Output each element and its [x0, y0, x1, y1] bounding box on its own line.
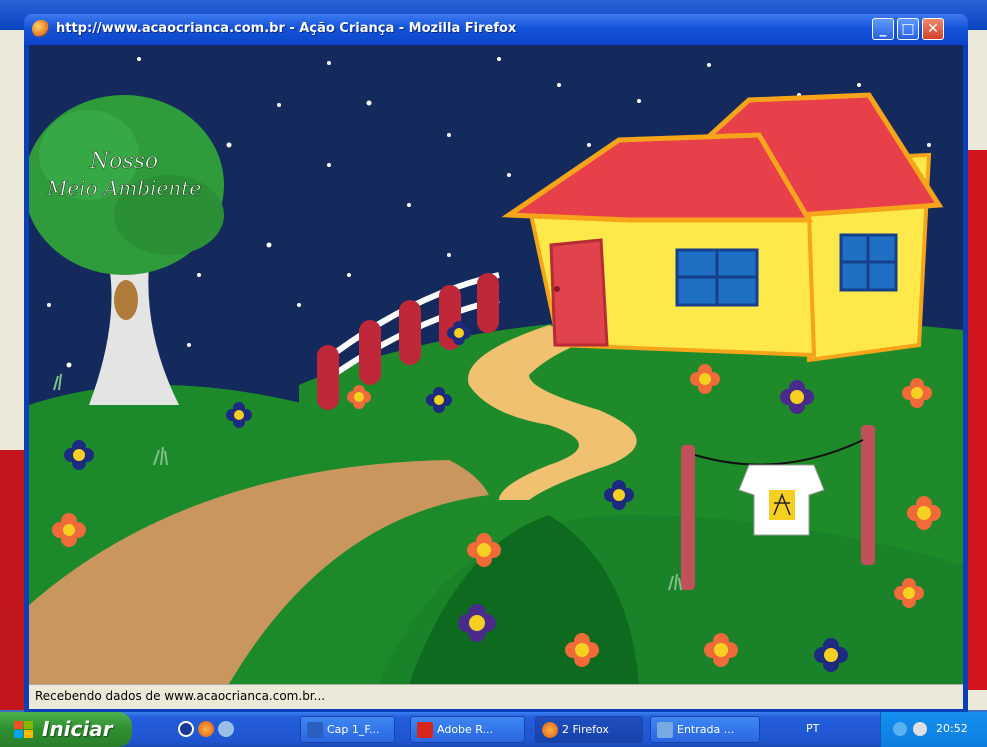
- tree-hole: [114, 280, 138, 320]
- taskbar: Iniciar Cap 1_F... Adobe R... 2 Firefox …: [0, 712, 987, 747]
- status-bar: Recebendo dados de www.acaocrianca.com.b…: [29, 684, 963, 709]
- firefox-quicklaunch-icon[interactable]: [198, 721, 214, 737]
- windows-flag-icon: [14, 721, 33, 738]
- close-button[interactable]: ✕: [922, 18, 944, 40]
- taskbar-item-label: Adobe R...: [437, 723, 494, 736]
- taskbar-item-entrada[interactable]: Entrada ...: [650, 716, 760, 743]
- language-indicator[interactable]: PT: [806, 722, 819, 735]
- house-door: [549, 238, 609, 347]
- document-icon: [307, 722, 323, 738]
- show-desktop-icon[interactable]: [178, 721, 194, 737]
- network-icon[interactable]: [893, 722, 907, 736]
- start-label: Iniciar: [42, 717, 113, 741]
- page-content[interactable]: Nosso Meio Ambiente: [29, 45, 963, 684]
- firefox-icon: [32, 20, 50, 38]
- taskbar-item-firefox[interactable]: 2 Firefox: [535, 716, 643, 743]
- firefox-window: http://www.acaocrianca.com.br - Ação Cri…: [24, 14, 968, 712]
- window-titlebar[interactable]: http://www.acaocrianca.com.br - Ação Cri…: [24, 14, 968, 45]
- minimize-button[interactable]: _: [872, 18, 894, 40]
- taskbar-item-adobe[interactable]: Adobe R...: [410, 716, 525, 743]
- mail-icon: [657, 722, 673, 738]
- background-red-panel: [0, 450, 24, 710]
- taskbar-item-label: Entrada ...: [677, 723, 735, 736]
- window-title: http://www.acaocrianca.com.br - Ação Cri…: [56, 21, 517, 36]
- background-window-left-edge: [0, 30, 27, 710]
- taskbar-item-label: Cap 1_F...: [327, 723, 380, 736]
- tree-title-line2: Meio Ambiente: [46, 176, 201, 200]
- volume-icon[interactable]: [913, 722, 927, 736]
- clock: 20:52: [936, 722, 968, 735]
- firefox-icon: [542, 722, 558, 738]
- start-button[interactable]: Iniciar: [0, 712, 132, 747]
- media-quicklaunch-icon[interactable]: [218, 721, 234, 737]
- maximize-button[interactable]: □: [897, 18, 919, 40]
- minimize-icon: _: [879, 21, 887, 37]
- maximize-icon: □: [901, 21, 915, 37]
- flash-scene[interactable]: Nosso Meio Ambiente: [29, 45, 963, 684]
- close-icon: ✕: [927, 21, 939, 37]
- status-text: Recebendo dados de www.acaocrianca.com.b…: [35, 689, 326, 703]
- system-tray: 20:52: [880, 712, 987, 747]
- taskbar-item-label: 2 Firefox: [562, 723, 609, 736]
- taskbar-item-cap1[interactable]: Cap 1_F...: [300, 716, 395, 743]
- adobe-reader-icon: [417, 722, 433, 738]
- tree-title-line1: Nosso: [89, 149, 158, 174]
